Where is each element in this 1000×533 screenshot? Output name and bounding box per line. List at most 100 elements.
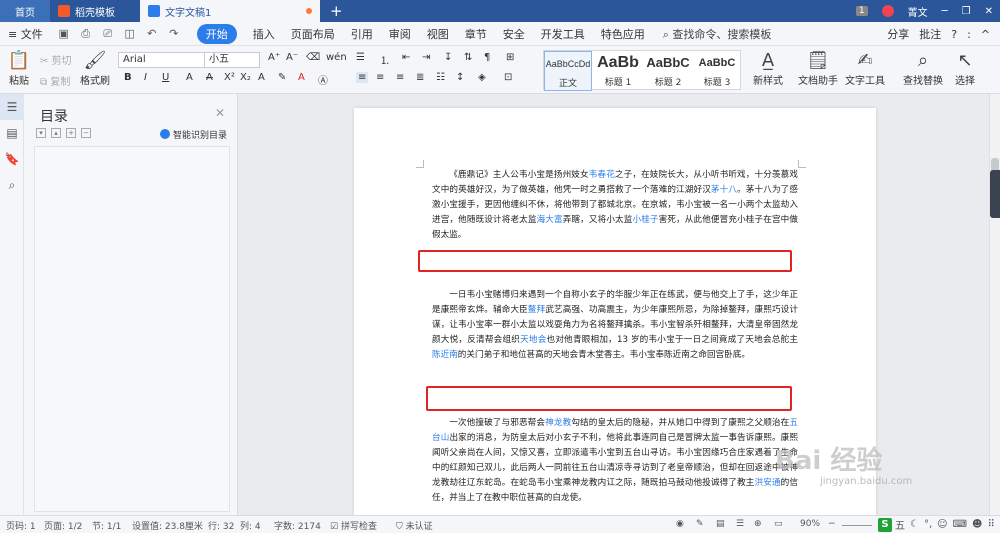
line-spacing-icon[interactable]: ↕ (456, 72, 464, 83)
menu-chapter[interactable]: 章节 (465, 26, 487, 42)
doc-link[interactable]: 小桂子 (632, 215, 658, 225)
menu-page-layout[interactable]: 页面布局 (291, 26, 335, 42)
add-icon[interactable]: + (66, 128, 76, 138)
highlighter-icon[interactable]: ✎ (278, 72, 286, 83)
style-heading-1[interactable]: AaBb 标题 1 (594, 51, 642, 91)
paragraph-3[interactable]: 一次他撞破了与邪恶帮会神龙教勾结的皇太后的隐秘，并从她口中得到了康熙之父顺治在五… (432, 416, 798, 507)
align-right-button[interactable]: ≡ (396, 72, 404, 83)
text-effect-icon[interactable]: A (258, 72, 265, 83)
doc-link[interactable]: 神龙教 (545, 418, 571, 428)
preview-icon[interactable]: ◫ (123, 27, 137, 41)
tab-document[interactable]: 文字文稿1 (140, 0, 320, 22)
paste-button[interactable]: 📋 粘贴 (6, 50, 32, 87)
help-button[interactable]: ? (951, 28, 957, 41)
show-marks-icon[interactable]: ¶ (484, 52, 490, 63)
menu-security[interactable]: 安全 (503, 26, 525, 42)
table-icon[interactable]: ⊞ (506, 52, 514, 63)
status-page[interactable]: 页面: 1/2 (44, 519, 82, 532)
format-painter-button[interactable]: 🖌 格式刷 (80, 50, 110, 87)
remove-icon[interactable]: − (81, 128, 91, 138)
menu-developer[interactable]: 开发工具 (541, 26, 585, 42)
ime-toolbar[interactable]: S 五 ☾ °, ☺ ⌨ ☻ ⠿ (878, 517, 995, 532)
tab-docer-templates[interactable]: 稻壳模板 (50, 0, 140, 22)
copy-button[interactable]: ⧉ 复制 (40, 73, 70, 88)
doc-link[interactable]: 陈近南 (432, 350, 458, 360)
status-page-no[interactable]: 页码: 1 (6, 519, 36, 532)
save-icon[interactable]: ▣ (57, 27, 71, 41)
doc-link[interactable]: 鳌拜 (528, 305, 545, 315)
underline-button[interactable]: U (162, 72, 169, 83)
zoom-slider[interactable] (842, 525, 872, 526)
export-icon[interactable]: ⎙ (79, 27, 93, 41)
superscript-button[interactable]: X² (224, 72, 235, 83)
new-tab-button[interactable]: + (330, 2, 343, 20)
style-heading-3[interactable]: AaBbC 标题 3 (694, 51, 740, 91)
font-color-icon[interactable]: A (298, 72, 305, 83)
comment-button[interactable]: 批注 (919, 26, 941, 42)
share-button[interactable]: 分享 (887, 26, 909, 42)
close-icon[interactable]: ✕ (215, 106, 225, 120)
reading-view-icon[interactable]: ▭ (774, 519, 783, 529)
align-left-button[interactable]: ≡ (356, 72, 369, 83)
status-section[interactable]: 节: 1/1 (92, 519, 121, 532)
doc-helper-button[interactable]: 🗒 文档助手 (798, 50, 838, 87)
undo-icon[interactable]: ↶ (145, 27, 159, 41)
justify-button[interactable]: ≣ (416, 72, 424, 83)
collapse-ribbon-button[interactable]: ^ (981, 28, 990, 41)
doc-link[interactable]: 洪安通 (755, 478, 781, 488)
shading-icon[interactable]: ◈ (478, 72, 486, 83)
restore-button[interactable]: ❐ (962, 6, 971, 17)
smart-toc-button[interactable]: 智能识别目录 (159, 128, 227, 141)
doc-link[interactable]: 韦春花 (589, 170, 615, 180)
select-button[interactable]: ↖ 选择 (950, 50, 980, 87)
vertical-scrollbar[interactable] (989, 94, 1000, 515)
text-direction-icon[interactable]: ↧ (444, 52, 452, 63)
redo-icon[interactable]: ↷ (167, 27, 181, 41)
status-col[interactable]: 列: 4 (240, 519, 261, 532)
certify-button[interactable]: ⛉ 未认证 (396, 519, 433, 532)
user-name[interactable]: 菁文 (908, 4, 928, 19)
paragraph-2[interactable]: 一日韦小宝赌博归来遇到一个自称小玄子的华服少年正在练武，便与他交上了手，这少年正… (432, 288, 798, 363)
avatar[interactable] (881, 5, 894, 17)
align-center-button[interactable]: ≡ (376, 72, 384, 83)
menu-features[interactable]: 特色应用 (601, 26, 645, 42)
toc-panel-icon[interactable]: ☰ (0, 94, 24, 120)
grow-font-icon[interactable]: A⁺ (268, 52, 280, 63)
bullet-list-icon[interactable]: ☰ (356, 52, 365, 63)
char-border-icon[interactable]: Ⓐ (318, 72, 328, 87)
new-style-button[interactable]: A̲ 新样式 (748, 50, 788, 87)
bookmark-icon[interactable]: 🔖 (0, 146, 24, 172)
side-panel-tab[interactable] (990, 170, 1000, 218)
status-words[interactable]: 字数: 2174 (274, 519, 321, 532)
status-setting[interactable]: 设置值: 23.8厘米 (132, 519, 203, 532)
outline-view-icon[interactable]: ☰ (736, 519, 744, 529)
menu-view[interactable]: 视图 (427, 26, 449, 42)
doc-link[interactable]: 茅十八 (711, 185, 737, 195)
border-icon[interactable]: ⊡ (504, 72, 512, 83)
zoom-out-button[interactable]: − (828, 519, 836, 529)
eye-icon[interactable]: ◉ (676, 519, 684, 529)
promote-icon[interactable]: ▴ (51, 128, 61, 138)
menu-start[interactable]: 开始 (196, 23, 237, 44)
minimize-button[interactable]: ─ (942, 6, 948, 17)
phonetic-icon[interactable]: wén (326, 52, 347, 63)
shrink-font-icon[interactable]: A⁻ (286, 52, 298, 63)
paragraph-1[interactable]: 《鹿鼎记》主人公韦小宝是扬州妓女韦春花之子，在妓院长大，从小听书听戏，十分羡慕戏… (432, 168, 798, 243)
toc-list[interactable] (34, 146, 230, 512)
command-search[interactable]: ⌕ 查找命令、搜索模板 (663, 26, 772, 42)
increase-indent-icon[interactable]: ⇥ (422, 52, 430, 63)
file-menu[interactable]: ≡ 文件 (8, 26, 43, 42)
find-replace-button[interactable]: ⌕ 查找替换 (900, 50, 946, 87)
page-count-badge[interactable]: 1 (855, 6, 868, 16)
tab-home[interactable]: 首页 (0, 0, 50, 22)
edit-mode-icon[interactable]: ✎ (696, 519, 704, 529)
highlight-text-icon[interactable]: A (186, 72, 193, 83)
web-view-icon[interactable]: ⊕ (754, 519, 762, 529)
clear-format-icon[interactable]: ⌫ (306, 52, 320, 63)
cut-button[interactable]: ✂ 剪切 (40, 52, 72, 67)
page-view-icon[interactable]: ▤ (716, 519, 725, 529)
style-normal[interactable]: AaBbCcDd 正文 (544, 51, 592, 91)
doc-link[interactable]: 天地会 (520, 335, 546, 345)
spell-check-button[interactable]: ☑ 拼写检查 (330, 519, 377, 532)
style-heading-2[interactable]: AaBbC 标题 2 (644, 51, 692, 91)
